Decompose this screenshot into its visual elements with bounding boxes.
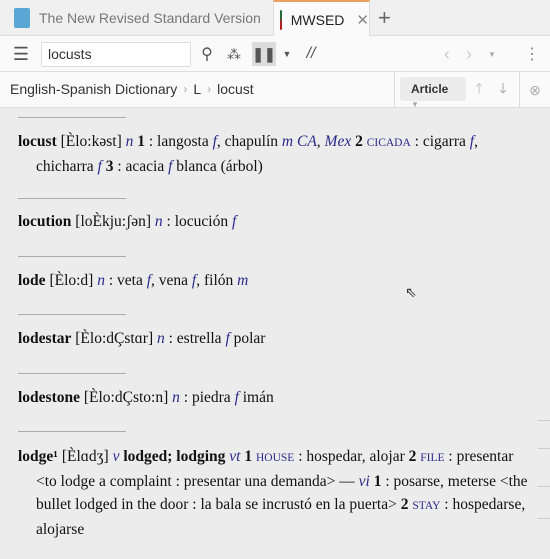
headword: lodestar	[18, 330, 72, 347]
definition-text: [loÈkju:ʃən]	[71, 213, 155, 230]
search-icon[interactable]: ⚲	[196, 36, 218, 72]
sense-label[interactable]: HOUSE	[256, 452, 294, 464]
sense-label[interactable]: CICADA	[367, 137, 411, 149]
definition-text: : hospedar, alojar	[294, 448, 409, 465]
grammar-label: Mex	[324, 133, 352, 150]
more-icon[interactable]: ⋮	[524, 36, 540, 72]
definition-text: [Èlo:dÇstɑr]	[71, 330, 157, 347]
definition-text: polar	[229, 330, 266, 347]
forward-icon[interactable]: ›	[460, 36, 478, 72]
grammar-label: m	[237, 272, 249, 289]
sense-label[interactable]: STAY	[412, 500, 440, 512]
scrollbar-mark	[538, 518, 550, 519]
close-circle-icon[interactable]: ⊗	[526, 72, 544, 108]
dictionary-entry: lodestar [Èlo:dÇstɑr] n : estrella f pol…	[18, 327, 528, 350]
entry-separator	[18, 431, 126, 432]
grammar-label: n	[154, 213, 163, 230]
bible-book-icon	[14, 8, 30, 28]
definition-text: : piedra	[179, 389, 235, 406]
search-input[interactable]: locusts	[41, 42, 191, 67]
definition-text: imán	[238, 389, 274, 406]
breadcrumb-separator: ›	[207, 82, 212, 96]
chevron-down-icon[interactable]: ▼	[280, 36, 294, 72]
scrollbar-mark	[538, 448, 550, 449]
article-dropdown[interactable]: Article ▼	[400, 77, 466, 109]
definition-text: : locución	[162, 213, 232, 230]
sense-number: 1	[244, 448, 253, 465]
grammar-label: n	[172, 389, 180, 406]
dictionary-entry: lode [Èlo:d] n : veta f, vena f, filón m	[18, 269, 528, 292]
breadcrumb-dictionary[interactable]: English-Spanish Dictionary	[10, 81, 177, 97]
dictionary-entry: lodge¹ [Èlɑdʒ] v lodged; lodging vt 1 HO…	[18, 445, 528, 541]
headword: locution	[18, 213, 72, 230]
next-article-icon[interactable]: 🡓	[494, 72, 512, 108]
tab-mwsed[interactable]: MWSED ✕	[273, 0, 370, 37]
grammar-label: n	[97, 272, 105, 289]
back-icon[interactable]: ‹	[438, 36, 456, 72]
article-label: Article	[411, 82, 449, 96]
definition-text: , chapulín	[216, 133, 282, 150]
divider	[394, 72, 395, 108]
headword: lodged; lodging	[123, 448, 226, 465]
tab-label: The New Revised Standard Version	[39, 10, 261, 26]
definition-text: [Èlɑdʒ]	[57, 448, 113, 465]
menu-icon[interactable]: ☰	[8, 36, 34, 72]
tab-label: MWSED	[290, 11, 345, 28]
definition-text: : estrella	[164, 330, 226, 347]
cluster-icon[interactable]: ⁂	[222, 36, 246, 72]
scrollbar-mark	[538, 420, 550, 421]
grammar-label: n	[157, 330, 165, 347]
definition-text: [Èlo:dÇsto:n]	[80, 389, 173, 406]
parallel-view-icon[interactable]: ❚❚	[252, 42, 276, 66]
sense-number: 2	[355, 133, 363, 150]
breadcrumb-letter[interactable]: L	[193, 81, 201, 97]
previous-article-icon[interactable]: 🡑	[470, 72, 488, 108]
definition-text: [Èlo:d]	[45, 272, 98, 289]
sense-number: 1	[137, 133, 145, 150]
definition-text: : veta	[104, 272, 147, 289]
definition-text: [Èlo:kəst]	[56, 133, 126, 150]
definition-text: : cigarra	[410, 133, 470, 150]
definition-text: blanca (árbol)	[172, 158, 263, 175]
entry-separator	[18, 314, 126, 315]
grammar-label: vt	[229, 448, 241, 465]
dictionary-book-icon	[280, 9, 282, 30]
entry-separator	[18, 198, 126, 199]
close-tab-icon[interactable]: ✕	[356, 11, 369, 29]
article-content: ⇖ locust [Èlo:kəst] n 1 : langosta f, ch…	[0, 108, 550, 559]
definition-text: , vena	[151, 272, 192, 289]
breadcrumb: English-Spanish Dictionary › L › locust	[10, 81, 254, 97]
definition-text: , filón	[196, 272, 238, 289]
headword: locust	[18, 133, 57, 150]
history-dropdown-icon[interactable]: ▼	[485, 36, 499, 72]
headword: lodestone	[18, 389, 80, 406]
sync-icon[interactable]: //	[300, 36, 322, 72]
headword: lode	[18, 272, 46, 289]
dictionary-entry: lodestone [Èlo:dÇsto:n] n : piedra f imá…	[18, 386, 528, 409]
headword: lodge¹	[18, 448, 58, 465]
breadcrumb-separator: ›	[183, 82, 188, 96]
tab-bar: The New Revised Standard Version MWSED ✕…	[0, 0, 550, 37]
grammar-label: f	[231, 213, 237, 230]
entry-separator	[18, 117, 126, 118]
entry-separator	[18, 256, 126, 257]
new-tab-button[interactable]: +	[378, 5, 391, 31]
sense-label[interactable]: FILE	[420, 452, 444, 464]
dictionary-entry: locust [Èlo:kəst] n 1 : langosta f, chap…	[18, 130, 528, 178]
breadcrumb-entry[interactable]: locust	[217, 81, 254, 97]
grammar-label: vi	[358, 473, 370, 490]
tab-nrsv[interactable]: The New Revised Standard Version	[8, 0, 273, 36]
breadcrumb-bar: English-Spanish Dictionary › L › locust …	[0, 72, 550, 109]
entry-separator	[18, 373, 126, 374]
divider	[519, 72, 520, 108]
definition-text: ,	[316, 133, 325, 150]
toolbar: ☰ locusts ⚲ ⁂ ❚❚ ▼ // ‹ › ▼ ⋮	[0, 36, 550, 72]
grammar-label: m CA	[281, 133, 317, 150]
definition-text: : langosta	[145, 133, 213, 150]
definition-text: : acacia	[113, 158, 169, 175]
scrollbar-mark	[538, 486, 550, 487]
dictionary-entry: locution [loÈkju:ʃən] n : locución f	[18, 210, 528, 233]
